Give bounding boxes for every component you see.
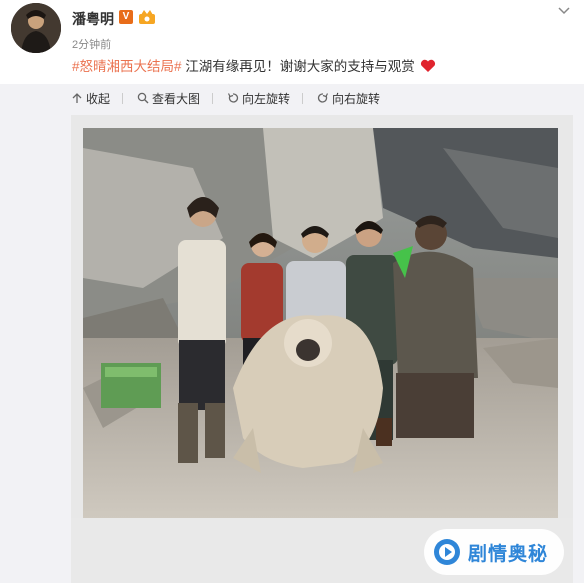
toolbar-divider [302,92,304,104]
collapse-arrow-icon [72,93,82,103]
hashtag-link[interactable]: #怒晴湘西大结局# [72,59,182,74]
rotate-left-label: 向左旋转 [242,91,291,106]
post-body: 江湖有缘再见！谢谢大家的支持与观赏 [185,59,415,74]
rotate-right-icon [317,93,329,103]
heart-icon [420,59,435,72]
toolbar-divider [212,92,214,104]
magnifier-icon [137,92,149,104]
vip-icon: V [119,10,133,24]
view-large-label: 查看大图 [152,91,201,106]
rotate-left-button[interactable]: 向左旋转 [227,90,290,107]
menu-chevron-icon[interactable] [556,5,572,17]
watermark-text: 剧情奥秘 [468,543,549,565]
post-header: 潘粤明 V 2分钟前 #怒晴湘西大结局# 江湖有缘再见！谢谢大家的支持与观赏 [0,0,584,84]
watermark-logo-icon [434,539,460,565]
post-timestamp[interactable]: 2分钟前 [72,36,111,52]
member-crown-icon [139,10,155,24]
view-large-button[interactable]: 查看大图 [137,90,200,107]
toolbar-divider [122,92,124,104]
collapse-label: 收起 [86,91,111,106]
rotate-right-button[interactable]: 向右旋转 [317,90,380,107]
rotate-left-icon [227,93,239,103]
collapse-button[interactable]: 收起 [71,90,110,107]
media-toolbar: 收起 查看大图 向左旋转 向右旋转 [71,90,398,106]
username[interactable]: 潘粤明 [72,9,114,29]
watermark-badge: 剧情奥秘 [424,529,564,575]
rotate-right-label: 向右旋转 [332,91,381,106]
post-text: #怒晴湘西大结局# 江湖有缘再见！谢谢大家的支持与观赏 [72,55,436,75]
avatar[interactable] [11,3,61,53]
cast-group-photo[interactable] [83,128,558,518]
